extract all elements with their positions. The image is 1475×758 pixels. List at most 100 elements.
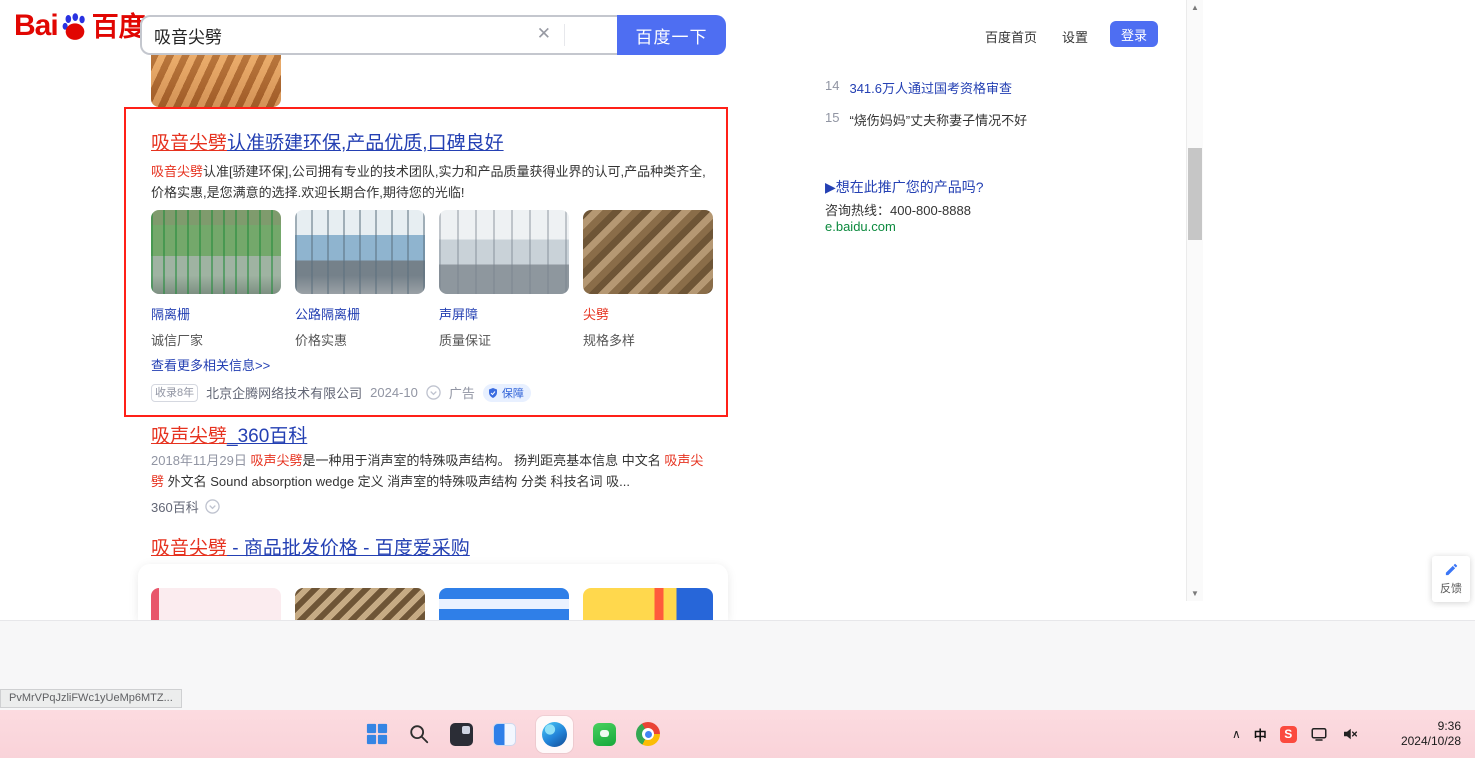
- system-tray: ∧ 中 S: [1232, 710, 1359, 758]
- ad-date: 2024-10: [370, 385, 418, 400]
- ad-label: 广告: [448, 386, 475, 401]
- screen: { "colors": { "accent": "#4e6ef2", "link…: [0, 0, 1475, 758]
- ad-card-label[interactable]: 尖劈: [583, 304, 713, 323]
- cast-screen-icon[interactable]: [1310, 725, 1328, 743]
- ad-card-fence[interactable]: 隔离栅 诚信厂家: [151, 210, 281, 349]
- result3-card: [138, 564, 728, 620]
- more-info-link[interactable]: 查看更多相关信息>>: [151, 355, 270, 374]
- ad-image-cards: 隔离栅 诚信厂家 公路隔离栅 价格实惠 声屏障 质量保证 尖劈 规格多样: [151, 210, 729, 348]
- baidu-header: Bai 百度 ✕ 百度一下 百度首页 设置 登录: [0, 0, 1185, 55]
- hot-list-item: 15 “烧伤妈妈”丈夫称妻子情况不好: [825, 110, 1027, 129]
- volume-muted-icon[interactable]: [1341, 725, 1359, 743]
- search-input[interactable]: [154, 18, 529, 52]
- ad-card-image[interactable]: [295, 210, 425, 294]
- indexed-age-badge: 收录8年: [151, 383, 199, 402]
- product-image[interactable]: [439, 588, 569, 620]
- paw-icon: [59, 11, 91, 43]
- clear-search-icon[interactable]: ✕: [537, 24, 551, 44]
- ad-card-subtitle: 规格多样: [583, 333, 636, 348]
- windows-start-icon[interactable]: [366, 723, 388, 745]
- ad-result-title[interactable]: 吸音尖劈认准骄建环保,产品优质,口碑良好: [151, 131, 504, 156]
- logo-cn-text: 百度: [91, 12, 146, 42]
- login-button[interactable]: 登录: [1110, 21, 1158, 47]
- product-image[interactable]: [151, 588, 281, 620]
- result2-title-rest: _360百科: [227, 426, 308, 447]
- scroll-up-icon[interactable]: ▲: [1187, 0, 1203, 15]
- result3-title-highlight: 吸音尖劈: [151, 538, 228, 559]
- hot-link[interactable]: 341.6万人通过国考资格审查: [849, 78, 1012, 97]
- search-divider: [564, 24, 565, 46]
- result2-date: 2018年11月29日: [151, 453, 251, 468]
- ad-card-subtitle: 价格实惠: [295, 333, 348, 348]
- product-image[interactable]: [583, 588, 713, 620]
- task-view-icon[interactable]: [450, 722, 473, 746]
- shield-icon: [488, 387, 497, 398]
- scrollbar-thumb[interactable]: [1188, 148, 1202, 240]
- nav-settings[interactable]: 设置: [1062, 27, 1088, 46]
- chrome-ring: [642, 728, 654, 740]
- ad-card-image[interactable]: [151, 210, 281, 294]
- result2-desc-tail: 外文名 Sound absorption wedge 定义 消声室的特殊吸声结构…: [164, 474, 630, 489]
- result-options-icon[interactable]: [204, 499, 220, 514]
- taskbar-clock[interactable]: 9:36 2024/10/28: [1401, 719, 1461, 749]
- ad-card-label[interactable]: 隔离栅: [151, 304, 281, 323]
- ad-card-highway-fence[interactable]: 公路隔离栅 价格实惠: [295, 210, 425, 349]
- task-view-pane: [462, 725, 470, 734]
- result3-title-rest: - 商品批发价格 - 百度爱采购: [227, 538, 470, 559]
- search-box: ✕: [140, 15, 617, 55]
- windows-taskbar: ∧ 中 S 9:36 2024/10/28: [0, 710, 1475, 758]
- ad-card-wedge[interactable]: 尖劈 规格多样: [583, 210, 713, 349]
- active-app-highlight[interactable]: [536, 715, 573, 753]
- promo-hotline: 咨询热线：400-800-8888: [825, 203, 971, 218]
- promo-url[interactable]: e.baidu.com: [825, 219, 896, 234]
- hot-list-item: 14 341.6万人通过国考资格审查: [825, 78, 1012, 97]
- sogou-input-icon[interactable]: S: [1279, 725, 1297, 743]
- blue-white-panels-icon[interactable]: [493, 722, 516, 746]
- result2-source-row: 360百科: [151, 497, 220, 516]
- chrome-core: [644, 730, 652, 738]
- clock-time: 9:36: [1437, 719, 1461, 733]
- product-image[interactable]: [295, 588, 425, 620]
- result2-title-highlight: 吸声尖劈: [151, 426, 228, 447]
- chevron-up-icon[interactable]: ∧: [1232, 727, 1241, 741]
- page-scrollbar[interactable]: ▲ ▼: [1186, 0, 1203, 601]
- below-page-area: [0, 620, 1475, 710]
- edge-browser-icon[interactable]: [542, 721, 567, 747]
- status-tooltip: PvMrVPqJzliFWc1yUeMp6MTZ...: [0, 689, 182, 708]
- taskbar-search-icon[interactable]: [408, 723, 430, 745]
- baidu-logo[interactable]: Bai 百度: [14, 9, 146, 43]
- guarantee-badge[interactable]: 保障: [482, 383, 531, 402]
- ad-desc-highlight: 吸音尖劈: [151, 164, 204, 179]
- previous-result-partial-image[interactable]: [151, 55, 281, 107]
- ad-result-description: 吸音尖劈认准[骄建环保],公司拥有专业的技术团队,实力和产品质量获得业界的认可,…: [151, 161, 711, 203]
- feedback-button[interactable]: 反馈: [1432, 556, 1470, 602]
- result3-title[interactable]: 吸音尖劈 - 商品批发价格 - 百度爱采购: [151, 536, 470, 561]
- result-options-icon[interactable]: [426, 385, 441, 400]
- result2-desc-mid: 是一种用于消声室的特殊吸声结构。 扬判距亮基本信息 中文名: [302, 453, 665, 468]
- ad-meta-row: 收录8年 北京企腾网络技术有限公司 2024-10 广告 保障: [151, 383, 531, 402]
- clock-date: 2024/10/28: [1400, 734, 1461, 748]
- nav-baidu-home[interactable]: 百度首页: [985, 27, 1037, 46]
- ad-card-image[interactable]: [583, 210, 713, 294]
- ad-title-rest: 认准骄建环保,产品优质,口碑良好: [227, 133, 504, 154]
- green-app-icon[interactable]: [593, 722, 616, 746]
- ad-source-name[interactable]: 北京企腾网络技术有限公司: [206, 383, 362, 402]
- result2-desc-highlight: 吸声尖劈: [250, 453, 303, 468]
- result2-title[interactable]: 吸声尖劈_360百科: [151, 424, 307, 449]
- ad-card-subtitle: 诚信厂家: [151, 333, 204, 348]
- hot-rank: 14: [825, 78, 840, 93]
- search-button[interactable]: 百度一下: [617, 15, 726, 55]
- hot-rank: 15: [825, 110, 840, 125]
- ad-card-sound-barrier[interactable]: 声屏障 质量保证: [439, 210, 569, 349]
- hot-link[interactable]: “烧伤妈妈”丈夫称妻子情况不好: [849, 110, 1027, 129]
- promote-products-link[interactable]: ▶想在此推广您的产品吗?: [825, 177, 984, 197]
- ime-indicator-icon[interactable]: 中: [1254, 725, 1267, 744]
- ad-card-label[interactable]: 公路隔离栅: [295, 304, 425, 323]
- ad-card-label[interactable]: 声屏障: [439, 304, 569, 323]
- ad-card-image[interactable]: [439, 210, 569, 294]
- scroll-down-icon[interactable]: ▼: [1187, 586, 1203, 601]
- result2-source-name[interactable]: 360百科: [151, 497, 199, 516]
- ad-card-subtitle: 质量保证: [439, 333, 492, 348]
- chrome-icon[interactable]: [636, 722, 660, 746]
- result2-description: 2018年11月29日 吸声尖劈是一种用于消声室的特殊吸声结构。 扬判距亮基本信…: [151, 450, 709, 492]
